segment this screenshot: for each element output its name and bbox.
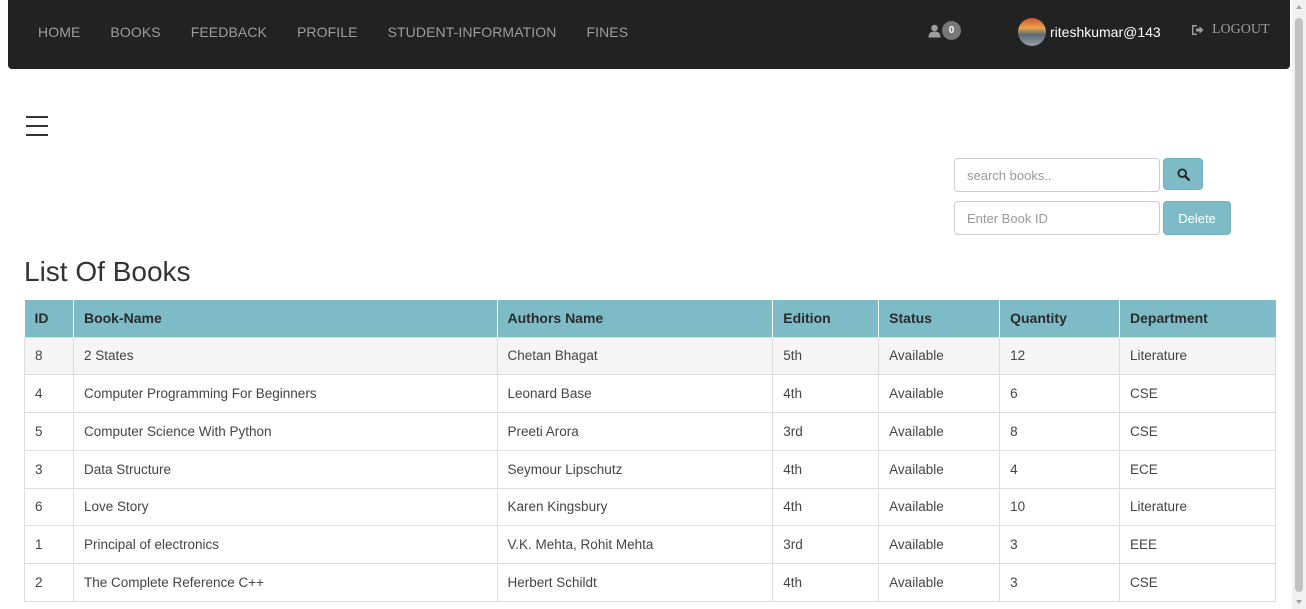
cell-id: 1 xyxy=(24,525,74,564)
column-header-status[interactable]: Status xyxy=(878,300,1001,337)
cell-department: CSE xyxy=(1119,412,1276,451)
table-row[interactable]: 1 Principal of electronics V.K. Mehta, R… xyxy=(24,525,1276,564)
cell-status: Available xyxy=(878,412,1001,451)
cell-book-name: 2 States xyxy=(73,336,498,375)
nav-link-feedback[interactable]: FEEDBACK xyxy=(191,24,267,40)
cell-status: Available xyxy=(878,563,1001,602)
column-header-book-name[interactable]: Book-Name xyxy=(73,300,498,337)
nav-link-fines[interactable]: FINES xyxy=(586,24,628,40)
nav-links: HOME BOOKS FEEDBACK PROFILE STUDENT-INFO… xyxy=(38,24,658,40)
table-header-row: ID Book-Name Authors Name Edition Status… xyxy=(24,300,1276,337)
search-icon xyxy=(1176,167,1190,181)
cell-edition: 4th xyxy=(772,487,880,526)
cell-authors-name: Karen Kingsbury xyxy=(497,487,774,526)
cell-status: Available xyxy=(878,374,1001,413)
cell-department: ECE xyxy=(1119,449,1276,488)
cell-id: 3 xyxy=(24,449,74,488)
user-icon xyxy=(928,24,941,37)
cell-quantity: 8 xyxy=(999,412,1121,451)
search-button[interactable] xyxy=(1163,158,1203,190)
logout-link[interactable]: LOGOUT xyxy=(1191,22,1270,38)
table-row[interactable]: 4 Computer Programming For Beginners Leo… xyxy=(24,374,1276,413)
cell-authors-name: Herbert Schildt xyxy=(497,563,774,602)
cell-department: CSE xyxy=(1119,374,1276,413)
cell-authors-name: Preeti Arora xyxy=(497,412,774,451)
scrollbar-thumb[interactable] xyxy=(1295,18,1303,592)
cell-authors-name: Seymour Lipschutz xyxy=(497,449,774,488)
cell-id: 8 xyxy=(24,336,74,375)
column-header-quantity[interactable]: Quantity xyxy=(999,300,1121,337)
nav-link-student-information[interactable]: STUDENT-INFORMATION xyxy=(388,24,557,40)
cell-edition: 4th xyxy=(772,374,880,413)
search-input[interactable] xyxy=(954,158,1160,192)
cell-quantity: 3 xyxy=(999,563,1121,602)
cell-status: Available xyxy=(878,525,1001,564)
hamburger-menu-icon[interactable] xyxy=(26,116,48,140)
username: riteshkumar@143 xyxy=(1050,24,1161,40)
cell-edition: 4th xyxy=(772,449,880,488)
cell-quantity: 3 xyxy=(999,525,1121,564)
table-row[interactable]: 2 The Complete Reference C++ Herbert Sch… xyxy=(24,563,1276,602)
avatar xyxy=(1018,18,1046,46)
scroll-down-arrow-icon[interactable] xyxy=(1296,600,1302,604)
cell-status: Available xyxy=(878,336,1001,375)
cell-edition: 5th xyxy=(772,336,880,375)
cell-id: 4 xyxy=(24,374,74,413)
cell-authors-name: V.K. Mehta, Rohit Mehta xyxy=(497,525,774,564)
column-header-authors-name[interactable]: Authors Name xyxy=(497,300,774,337)
scroll-up-arrow-icon[interactable] xyxy=(1296,5,1302,9)
cell-book-name: Data Structure xyxy=(73,449,498,488)
cell-book-name: The Complete Reference C++ xyxy=(73,563,498,602)
book-id-input[interactable] xyxy=(954,201,1160,235)
notifications[interactable]: 0 xyxy=(928,21,961,40)
cell-department: EEE xyxy=(1119,525,1276,564)
cell-status: Available xyxy=(878,487,1001,526)
cell-quantity: 4 xyxy=(999,449,1121,488)
books-table: ID Book-Name Authors Name Edition Status… xyxy=(24,300,1276,602)
cell-id: 6 xyxy=(24,487,74,526)
table-row[interactable]: 3 Data Structure Seymour Lipschutz 4th A… xyxy=(24,449,1276,488)
table-row[interactable]: 5 Computer Science With Python Preeti Ar… xyxy=(24,412,1276,451)
page-scrollbar[interactable] xyxy=(1292,0,1306,609)
cell-department: Literature xyxy=(1119,487,1276,526)
column-header-id[interactable]: ID xyxy=(24,300,74,337)
cell-id: 2 xyxy=(24,563,74,602)
logout-label: LOGOUT xyxy=(1212,22,1270,37)
cell-department: CSE xyxy=(1119,563,1276,602)
cell-quantity: 6 xyxy=(999,374,1121,413)
cell-edition: 4th xyxy=(772,563,880,602)
nav-link-profile[interactable]: PROFILE xyxy=(297,24,358,40)
cell-quantity: 10 xyxy=(999,487,1121,526)
cell-edition: 3rd xyxy=(772,412,880,451)
nav-link-books[interactable]: BOOKS xyxy=(110,24,160,40)
table-row[interactable]: 6 Love Story Karen Kingsbury 4th Availab… xyxy=(24,487,1276,526)
column-header-department[interactable]: Department xyxy=(1119,300,1276,337)
cell-authors-name: Leonard Base xyxy=(497,374,774,413)
table-row[interactable]: 8 2 States Chetan Bhagat 5th Available 1… xyxy=(24,336,1276,375)
nav-link-home[interactable]: HOME xyxy=(38,24,80,40)
cell-status: Available xyxy=(878,449,1001,488)
cell-edition: 3rd xyxy=(772,525,880,564)
delete-button[interactable]: Delete xyxy=(1163,201,1231,235)
cell-book-name: Principal of electronics xyxy=(73,525,498,564)
cell-id: 5 xyxy=(24,412,74,451)
cell-book-name: Love Story xyxy=(73,487,498,526)
cell-book-name: Computer Programming For Beginners xyxy=(73,374,498,413)
cell-quantity: 12 xyxy=(999,336,1121,375)
notification-badge: 0 xyxy=(942,21,961,40)
cell-department: Literature xyxy=(1119,336,1276,375)
cell-book-name: Computer Science With Python xyxy=(73,412,498,451)
logout-icon xyxy=(1192,25,1204,35)
user-profile[interactable]: riteshkumar@143 xyxy=(1018,18,1161,46)
top-navbar: HOME BOOKS FEEDBACK PROFILE STUDENT-INFO… xyxy=(8,0,1290,69)
page-title: List Of Books xyxy=(24,256,191,287)
cell-authors-name: Chetan Bhagat xyxy=(497,336,774,375)
column-header-edition[interactable]: Edition xyxy=(772,300,880,337)
